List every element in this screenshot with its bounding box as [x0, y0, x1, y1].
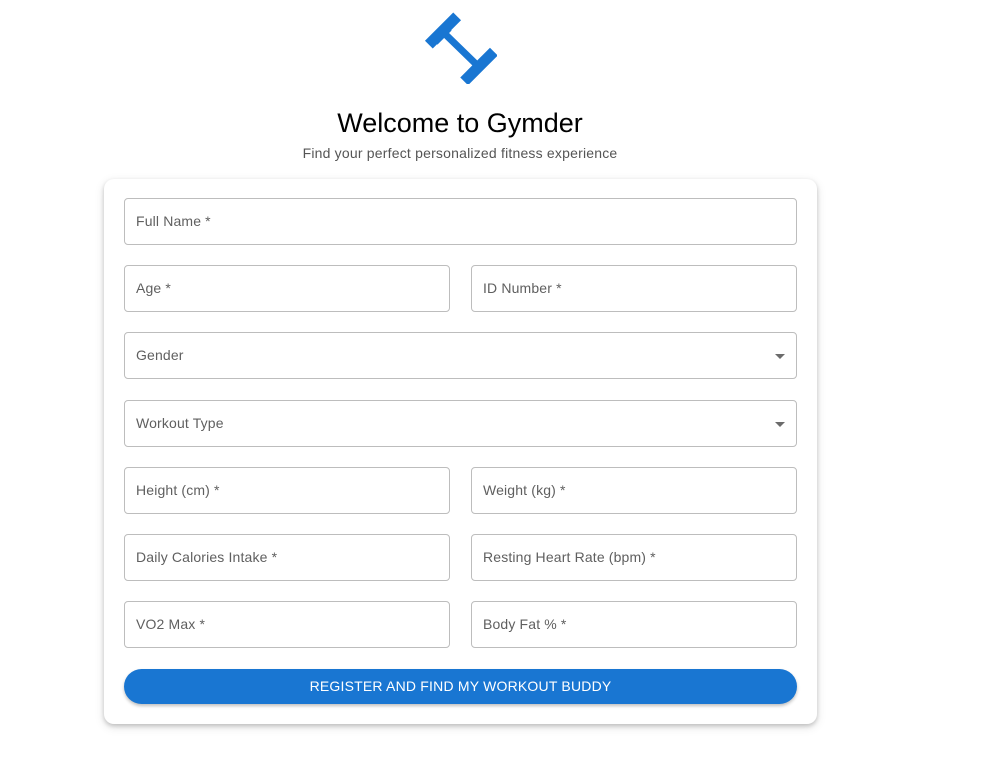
workout-type-select[interactable]: Workout Type	[124, 400, 797, 447]
workout-type-label: Workout Type	[136, 415, 224, 431]
full-name-label: Full Name *	[136, 213, 211, 229]
height-field[interactable]: Height (cm) *	[124, 467, 450, 514]
gender-label: Gender	[136, 347, 184, 363]
age-label: Age *	[136, 280, 171, 296]
resting-heart-rate-label: Resting Heart Rate (bpm) *	[483, 549, 656, 565]
weight-field[interactable]: Weight (kg) *	[471, 467, 797, 514]
body-fat-field[interactable]: Body Fat % *	[471, 601, 797, 648]
body-fat-label: Body Fat % *	[483, 616, 567, 632]
registration-page: Welcome to Gymder Find your perfect pers…	[0, 0, 993, 777]
page-subtitle: Find your perfect personalized fitness e…	[302, 145, 618, 161]
resting-heart-rate-field[interactable]: Resting Heart Rate (bpm) *	[471, 534, 797, 581]
daily-calories-label: Daily Calories Intake *	[136, 549, 278, 565]
dumbbell-icon	[424, 12, 497, 84]
height-label: Height (cm) *	[136, 482, 220, 498]
age-field[interactable]: Age *	[124, 265, 450, 312]
register-button[interactable]: REGISTER AND FIND MY WORKOUT BUDDY	[124, 669, 797, 704]
vo2-max-field[interactable]: VO2 Max *	[124, 601, 450, 648]
id-number-label: ID Number *	[483, 280, 562, 296]
dropdown-arrow-icon	[775, 354, 785, 359]
registration-card: Full Name * Age * ID Number * Gender Wor…	[104, 179, 817, 724]
daily-calories-field[interactable]: Daily Calories Intake *	[124, 534, 450, 581]
full-name-field[interactable]: Full Name *	[124, 198, 797, 245]
dropdown-arrow-icon	[775, 422, 785, 427]
weight-label: Weight (kg) *	[483, 482, 566, 498]
page-title: Welcome to Gymder	[337, 108, 583, 138]
id-number-field[interactable]: ID Number *	[471, 265, 797, 312]
gender-select[interactable]: Gender	[124, 332, 797, 379]
vo2-max-label: VO2 Max *	[136, 616, 206, 632]
